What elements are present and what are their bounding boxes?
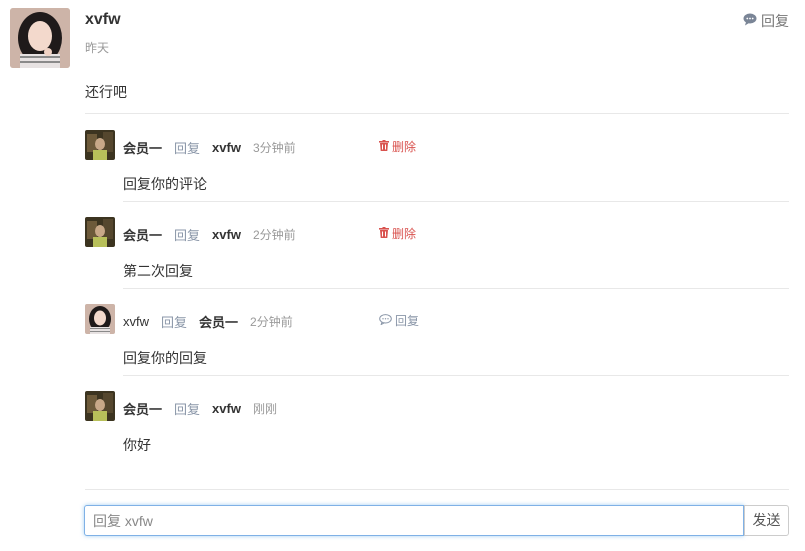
reply-author[interactable]: 会员一 xyxy=(123,138,162,157)
reply-word: 回复 xyxy=(161,315,188,330)
reply-time: 刚刚 xyxy=(252,402,277,416)
reply-item: 会员一 回复 xvfw 3分钟前 删除 回复你的评论 xyxy=(85,130,789,201)
reply-time: 2分钟前 xyxy=(252,228,296,242)
reply-word: 回复 xyxy=(174,141,201,156)
divider xyxy=(85,489,789,490)
comment-time: 昨天 xyxy=(85,41,110,55)
reply-target[interactable]: 会员一 xyxy=(199,312,238,331)
delete-label: 删除 xyxy=(392,140,417,154)
reply-button[interactable]: 回复 xyxy=(379,312,419,329)
divider xyxy=(85,113,789,114)
reply-author[interactable]: xvfw xyxy=(123,314,149,329)
reply-content: 你好 xyxy=(123,437,151,453)
reply-button-label: 回复 xyxy=(761,13,789,29)
reply-content: 第二次回复 xyxy=(123,263,193,279)
reply-button[interactable]: 回复 xyxy=(743,11,789,31)
reply-target[interactable]: xvfw xyxy=(212,401,241,416)
delete-button[interactable]: 删除 xyxy=(379,225,416,242)
reply-time: 3分钟前 xyxy=(252,141,296,155)
reply-button-label: 回复 xyxy=(395,314,420,328)
divider xyxy=(123,201,789,202)
author-name[interactable]: xvfw xyxy=(85,11,121,29)
divider xyxy=(123,375,789,376)
member-avatar[interactable] xyxy=(85,130,115,160)
reply-content: 回复你的评论 xyxy=(123,176,207,192)
reply-item: 会员一 回复 xvfw 刚刚 你好 xyxy=(85,391,789,462)
reply-item: 会员一 回复 xvfw 2分钟前 删除 第二次回复 xyxy=(85,217,789,288)
send-button[interactable]: 发送 xyxy=(744,505,789,536)
reply-content: 回复你的回复 xyxy=(123,350,207,366)
author-avatar[interactable] xyxy=(10,8,70,68)
reply-time: 2分钟前 xyxy=(250,315,293,329)
trash-icon xyxy=(379,139,389,154)
author-avatar[interactable] xyxy=(85,304,115,334)
reply-target[interactable]: xvfw xyxy=(212,140,241,155)
divider xyxy=(123,288,789,289)
reply-author[interactable]: 会员一 xyxy=(123,225,162,244)
comment-content: 还行吧 xyxy=(85,84,127,100)
reply-word: 回复 xyxy=(174,228,201,243)
delete-button[interactable]: 删除 xyxy=(379,138,416,155)
reply-input[interactable]: 回复 xvfw xyxy=(84,505,744,536)
trash-icon xyxy=(379,226,389,241)
reply-author[interactable]: 会员一 xyxy=(123,399,162,418)
member-avatar[interactable] xyxy=(85,217,115,247)
comment-bubble-icon xyxy=(379,313,392,328)
comment-bubble-icon xyxy=(743,13,757,29)
member-avatar[interactable] xyxy=(85,391,115,421)
reply-target[interactable]: xvfw xyxy=(212,227,241,242)
reply-word: 回复 xyxy=(174,402,201,417)
reply-form: 回复 xvfw 发送 xyxy=(84,505,789,538)
reply-item: xvfw 回复 会员一 2分钟前 回复 回复你的回复 xyxy=(85,304,789,375)
delete-label: 删除 xyxy=(392,227,417,241)
